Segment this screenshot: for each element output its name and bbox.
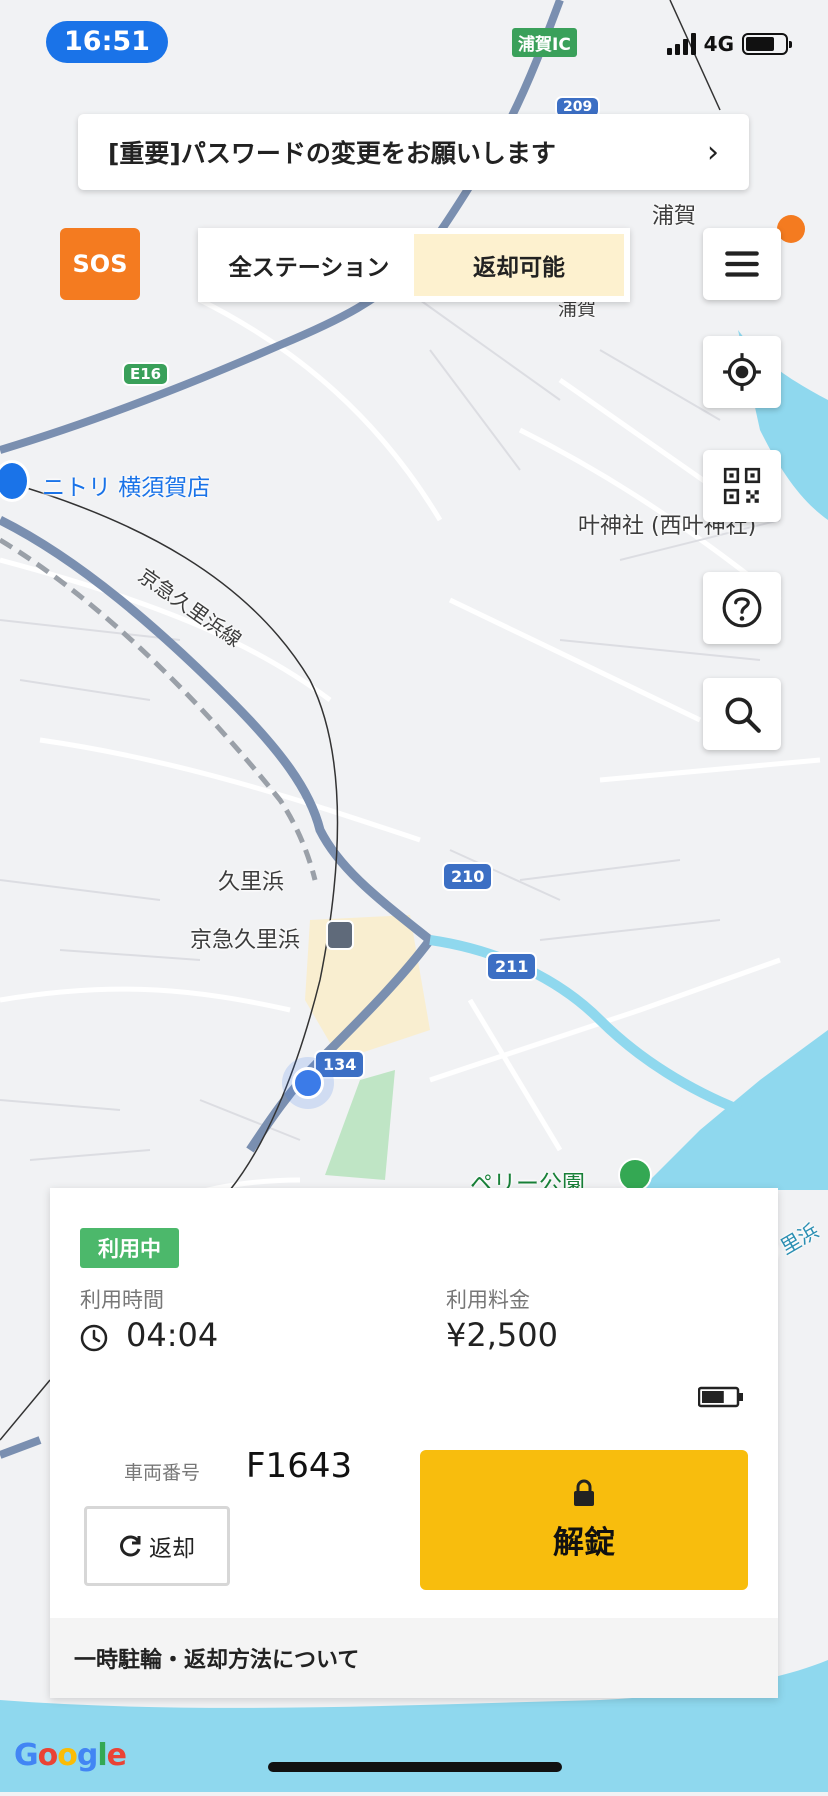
- vehicle-number-label: 車両番号: [124, 1462, 201, 1484]
- google-logo: Google: [14, 1738, 127, 1773]
- current-location-marker: [292, 1067, 324, 1099]
- sos-label: SOS: [72, 250, 128, 278]
- signal-icon: [666, 33, 696, 55]
- map-label-kurihama-jr[interactable]: 久里浜: [218, 864, 284, 896]
- status-indicators: 4G: [666, 32, 792, 56]
- unlock-button[interactable]: 解錠: [420, 1450, 748, 1590]
- help-icon: [722, 588, 762, 628]
- refresh-icon: [120, 1535, 141, 1557]
- network-type: 4G: [703, 32, 734, 56]
- map-label-nitori[interactable]: ニトリ 横須賀店: [42, 468, 210, 502]
- return-label: 返却: [149, 1536, 195, 1562]
- search-button[interactable]: [703, 678, 781, 750]
- menu-button[interactable]: [703, 228, 781, 300]
- filter-returnable[interactable]: 返却可能: [414, 234, 624, 296]
- notification-dot: [777, 215, 805, 243]
- lock-icon: [574, 1479, 594, 1506]
- unlock-label: 解錠: [553, 1524, 615, 1561]
- train-icon: [326, 920, 354, 950]
- locate-button[interactable]: [703, 336, 781, 408]
- notice-text: [重要]パスワードの変更をお願いします: [108, 139, 556, 168]
- chevron-right-icon: ›: [707, 134, 719, 170]
- help-button[interactable]: [703, 572, 781, 644]
- park-tree-icon: [618, 1158, 652, 1192]
- rental-panel: 利用中 利用時間 04:04 利用料金 ¥2,500 車両番号 F1643 返却…: [50, 1188, 778, 1698]
- status-badge: 利用中: [80, 1228, 179, 1268]
- route-210-shield: 210: [442, 862, 494, 891]
- qr-scan-button[interactable]: [703, 450, 781, 522]
- filter-all-stations[interactable]: 全ステーション: [204, 234, 414, 296]
- locate-icon: [723, 353, 761, 391]
- status-time: 16:51: [46, 21, 168, 63]
- uraga-ic-badge: 浦賀IC: [512, 28, 577, 57]
- usage-time-label: 利用時間: [80, 1288, 164, 1312]
- return-button[interactable]: 返却: [84, 1506, 230, 1586]
- clock-icon: [80, 1324, 108, 1352]
- home-indicator[interactable]: [268, 1762, 562, 1772]
- usage-time-value: 04:04: [126, 1316, 219, 1354]
- e16-shield: E16: [122, 362, 170, 386]
- usage-fee-label: 利用料金: [446, 1288, 530, 1312]
- password-notice-banner[interactable]: [重要]パスワードの変更をお願いします ›: [78, 114, 749, 190]
- vehicle-number: F1643: [246, 1446, 353, 1486]
- route-211-shield: 211: [486, 952, 538, 981]
- usage-fee-value: ¥2,500: [446, 1316, 558, 1354]
- qr-icon: [723, 467, 761, 505]
- station-filter: 全ステーション 返却可能: [198, 228, 630, 302]
- battery-icon: [742, 33, 792, 55]
- help-link-text: 一時駐輪・返却方法について: [74, 1648, 360, 1673]
- parking-return-help-link[interactable]: 一時駐輪・返却方法について: [50, 1618, 778, 1698]
- sos-button[interactable]: SOS: [60, 228, 140, 300]
- menu-icon: [725, 251, 759, 277]
- map-label-keikyu-kurihama[interactable]: 京急久里浜: [190, 922, 300, 954]
- vehicle-battery-icon: [698, 1386, 743, 1408]
- map-label-uraga-station[interactable]: 浦賀: [652, 198, 696, 230]
- search-icon: [725, 697, 761, 733]
